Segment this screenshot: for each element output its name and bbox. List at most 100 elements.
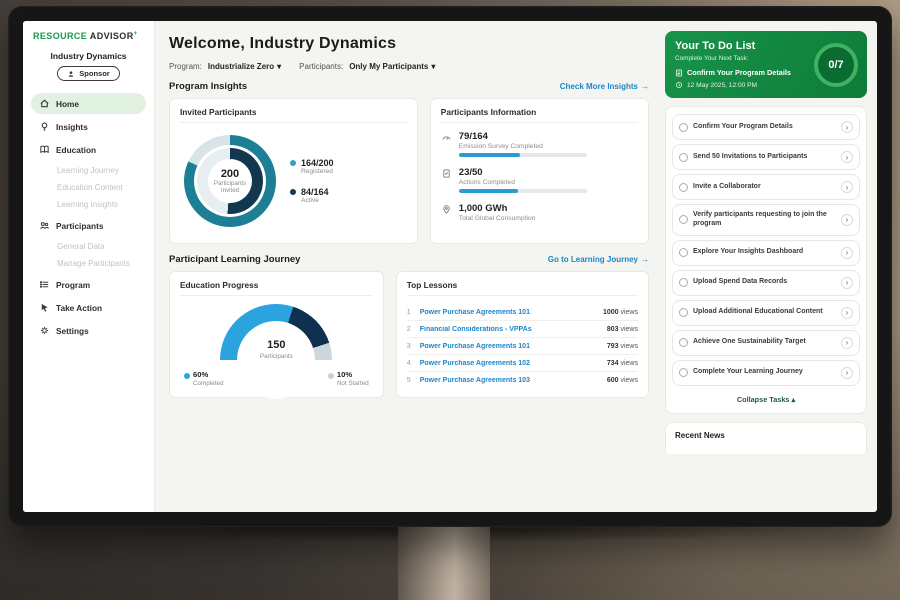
go-to-learning-journey-link[interactable]: Go to Learning Journey → <box>548 255 649 264</box>
lesson-link[interactable]: Financial Considerations - VPPAs <box>420 326 601 333</box>
task-chevron-button[interactable]: › <box>841 247 853 259</box>
checklist-icon <box>675 69 683 77</box>
registered-value: 164/200 <box>301 158 334 168</box>
org-name: Industry Dynamics <box>31 51 146 61</box>
collapse-tasks-link[interactable]: Collapse Tasks ▴ <box>670 390 862 410</box>
task-checkbox[interactable] <box>679 368 688 377</box>
task-row[interactable]: Confirm Your Program Details › <box>672 114 860 140</box>
sidebar-item-participants[interactable]: Participants <box>31 215 146 236</box>
sidebar-item-program[interactable]: Program <box>31 274 146 295</box>
task-row[interactable]: Upload Additional Educational Content › <box>672 300 860 326</box>
link-label: Go to Learning Journey <box>548 255 638 264</box>
invited-total-value: 200 <box>221 168 239 180</box>
registered-dot <box>290 160 296 166</box>
task-row[interactable]: Upload Spend Data Records › <box>672 270 860 296</box>
task-checkbox[interactable] <box>679 248 688 257</box>
check-more-insights-link[interactable]: Check More Insights → <box>560 82 649 91</box>
lesson-link[interactable]: Power Purchase Agreements 101 <box>420 309 597 316</box>
sidebar-item-home[interactable]: Home <box>31 93 146 114</box>
task-label: Upload Additional Educational Content <box>693 308 836 317</box>
task-row[interactable]: Send 50 Invitations to Participants › <box>672 144 860 170</box>
todo-next-task-label: Confirm Your Program Details <box>687 68 791 77</box>
sidebar-item-label: Participants <box>56 221 104 231</box>
todo-panel: Your To Do List Complete Your Next Task:… <box>663 21 877 512</box>
task-checkbox[interactable] <box>679 308 688 317</box>
home-icon <box>39 98 50 109</box>
program-filter-label: Program: <box>169 62 202 71</box>
chevron-down-icon: ▾ <box>277 62 281 71</box>
sidebar-item-education-content[interactable]: Education Content <box>31 179 146 196</box>
sidebar: RESOURCE ADVISOR+ Industry Dynamics Spon… <box>23 21 155 512</box>
task-chevron-button[interactable]: › <box>841 181 853 193</box>
lesson-rank: 2 <box>407 326 414 333</box>
active-label: Active <box>301 197 319 204</box>
task-checkbox[interactable] <box>679 153 688 162</box>
lesson-views: 803 views <box>607 326 638 333</box>
task-row[interactable]: Invite a Collaborator › <box>672 174 860 200</box>
todo-next-task: Confirm Your Program Details <box>675 68 809 77</box>
task-chevron-button[interactable]: › <box>841 307 853 319</box>
consumption-icon <box>441 203 452 225</box>
task-row[interactable]: Achieve One Sustainability Target › <box>672 330 860 356</box>
task-chevron-button[interactable]: › <box>841 151 853 163</box>
lesson-link[interactable]: Power Purchase Agreements 103 <box>420 377 601 384</box>
chevron-right-icon: › <box>846 278 849 287</box>
participants-icon <box>39 220 50 231</box>
gauge-center-label: Participants <box>260 353 293 360</box>
sidebar-item-label: General Data <box>57 242 105 251</box>
lesson-views: 1000 views <box>603 309 638 316</box>
participants-select[interactable]: Only My Participants ▾ <box>349 62 435 71</box>
task-label: Invite a Collaborator <box>693 183 836 192</box>
lesson-rank: 3 <box>407 343 414 350</box>
education-icon <box>39 144 50 155</box>
task-checkbox[interactable] <box>679 215 688 224</box>
task-row[interactable]: Complete Your Learning Journey › <box>672 360 860 386</box>
sidebar-item-learning-journey[interactable]: Learning Journey <box>31 162 146 179</box>
sidebar-item-label: Manage Participants <box>57 259 130 268</box>
sidebar-item-learning-insights[interactable]: Learning Insights <box>31 196 146 213</box>
actions-completed-row: 23/50 Actions Completed <box>441 167 638 193</box>
emission-survey-value: 79/164 <box>459 131 488 142</box>
program-select[interactable]: Industrialize Zero ▾ <box>208 62 281 71</box>
task-checkbox[interactable] <box>679 183 688 192</box>
todo-title: Your To Do List <box>675 40 809 52</box>
collapse-tasks-label: Collapse Tasks <box>737 395 790 404</box>
dashboard-screen: RESOURCE ADVISOR+ Industry Dynamics Spon… <box>23 21 877 512</box>
sidebar-item-settings[interactable]: Settings <box>31 320 146 341</box>
task-label: Explore Your Insights Dashboard <box>693 248 836 257</box>
completed-label: Completed <box>184 380 223 387</box>
lesson-link[interactable]: Power Purchase Agreements 102 <box>420 360 601 367</box>
completed-legend-item: 60% Completed <box>184 370 223 387</box>
chevron-right-icon: › <box>846 123 849 132</box>
todo-hero-card: Your To Do List Complete Your Next Task:… <box>665 31 867 98</box>
task-chevron-button[interactable]: › <box>841 277 853 289</box>
lesson-views: 734 views <box>607 360 638 367</box>
todo-progress-badge: 0/7 <box>814 43 858 87</box>
task-row[interactable]: Verify participants requesting to join t… <box>672 204 860 236</box>
lesson-row: 2 Financial Considerations - VPPAs 803 v… <box>407 321 638 338</box>
caret-up-icon: ▴ <box>791 395 795 404</box>
registered-label: Registered <box>301 168 333 175</box>
task-checkbox[interactable] <box>679 338 688 347</box>
task-row[interactable]: Explore Your Insights Dashboard › <box>672 240 860 266</box>
monitor-bezel: RESOURCE ADVISOR+ Industry Dynamics Spon… <box>8 6 892 527</box>
task-chevron-button[interactable]: › <box>841 367 853 379</box>
task-checkbox[interactable] <box>679 278 688 287</box>
task-chevron-button[interactable]: › <box>841 337 853 349</box>
sidebar-item-manage-participants[interactable]: Manage Participants <box>31 255 146 272</box>
sidebar-item-take-action[interactable]: Take Action <box>31 297 146 318</box>
sidebar-item-education[interactable]: Education <box>31 139 146 160</box>
chevron-right-icon: › <box>846 248 849 257</box>
actions-completed-label: Actions Completed <box>459 179 587 186</box>
task-label: Verify participants requesting to join t… <box>693 211 836 229</box>
task-checkbox[interactable] <box>679 123 688 132</box>
lesson-link[interactable]: Power Purchase Agreements 101 <box>420 343 601 350</box>
sidebar-item-insights[interactable]: Insights <box>31 116 146 137</box>
chevron-right-icon: › <box>846 308 849 317</box>
task-chevron-button[interactable]: › <box>841 121 853 133</box>
lesson-views: 793 views <box>607 343 638 350</box>
recent-news-header: Recent News <box>665 422 867 454</box>
sidebar-item-general-data[interactable]: General Data <box>31 238 146 255</box>
chevron-right-icon: › <box>846 338 849 347</box>
task-chevron-button[interactable]: › <box>841 214 853 226</box>
